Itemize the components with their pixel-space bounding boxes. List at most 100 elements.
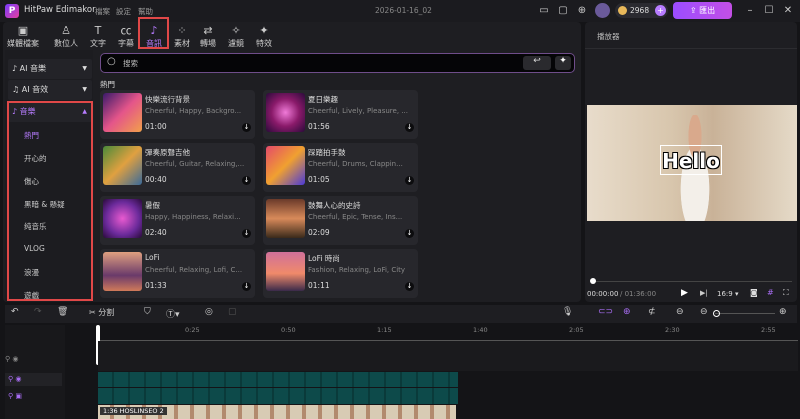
split-view-icon[interactable]: ⊄ xyxy=(648,307,656,317)
minimize-icon[interactable]: – xyxy=(743,4,757,18)
text-clips[interactable] xyxy=(98,372,458,387)
media-icon: ▣ xyxy=(17,24,29,37)
download-icon[interactable]: ⊕ xyxy=(575,4,589,18)
text-overlay[interactable]: Hello xyxy=(660,145,722,175)
music-thumbnail xyxy=(266,252,305,291)
zoom-slider[interactable] xyxy=(715,313,775,314)
music-tags: Fashion, Relaxing, LoFi, City xyxy=(308,266,406,274)
aspect-ratio-select[interactable]: 16:9 ▾ xyxy=(717,290,738,298)
download-icon[interactable]: ↓ xyxy=(242,123,251,132)
music-card[interactable]: 踩踏拍手鼓 Cheerful, Drums, Clappin... 01:05 … xyxy=(263,143,418,192)
tab-digital-human[interactable]: ♙ 數位人 xyxy=(50,24,82,49)
microphone-icon[interactable]: 🎙 xyxy=(562,307,573,317)
avatar-icon: ♙ xyxy=(61,24,71,37)
music-duration: 01:33 xyxy=(145,281,167,290)
tab-label: 數位人 xyxy=(54,39,78,48)
app-title: HitPaw Edimakor xyxy=(24,5,96,15)
ruler-tick-label: 0:25 xyxy=(185,326,200,334)
ruler-tick-label: 2:55 xyxy=(761,326,776,334)
close-icon[interactable]: ✕ xyxy=(781,4,795,18)
music-card[interactable]: LoFi Cheerful, Relaxing, Lofi, C... 01:3… xyxy=(100,249,255,298)
download-icon[interactable]: ↓ xyxy=(405,229,414,238)
zoom-in-icon[interactable]: ⊕ xyxy=(779,307,787,317)
music-card[interactable]: 快樂流行背景 Cheerful, Happy, Backgro... 01:00… xyxy=(100,90,255,139)
split-label: 分割 xyxy=(98,308,115,317)
ai-sparkle-icon[interactable]: ✦ xyxy=(555,56,571,70)
video-clip-label: 1:36 HOSLINSEO 2 xyxy=(100,407,167,415)
sidebar-ai-sfx[interactable]: ♫ AI 音效 ▼ xyxy=(8,80,92,100)
download-icon[interactable]: ↓ xyxy=(242,282,251,291)
redo-icon[interactable]: ↷ xyxy=(34,307,42,317)
tab-media[interactable]: ▣ 媒體檔案 xyxy=(7,24,39,49)
music-title: 暑假 xyxy=(145,201,160,210)
video-track-icon[interactable]: ⚲ ▣ xyxy=(8,392,22,400)
play-icon[interactable]: ▶ xyxy=(681,288,688,298)
text-template-icon[interactable]: Ⓣ▾ xyxy=(166,307,180,320)
coins-badge[interactable]: 2968 + xyxy=(615,3,668,18)
grid-icon[interactable]: # xyxy=(767,288,774,297)
music-tags: Cheerful, Happy, Backgro... xyxy=(145,107,242,115)
download-icon[interactable]: ↓ xyxy=(405,282,414,291)
track-headers xyxy=(5,325,65,419)
track-lock-icon[interactable]: ⚲ ◉ xyxy=(5,355,18,363)
magnet-icon[interactable]: ⊕ xyxy=(623,307,631,317)
maximize-icon[interactable]: ☐ xyxy=(762,4,776,18)
music-duration: 01:05 xyxy=(308,175,330,184)
crop-icon[interactable]: ▢ xyxy=(228,307,237,317)
section-title: 熱門 xyxy=(100,80,115,89)
music-card[interactable]: 暑假 Happy, Happiness, Relaxi... 02:40 ↓ xyxy=(100,196,255,245)
video-clip[interactable]: 1:36 HOSLINSEO 2 xyxy=(98,405,456,419)
sidebar-ai-music[interactable]: ♪ AI 音樂 ▼ xyxy=(8,59,92,79)
zoom-slider-handle[interactable] xyxy=(713,310,720,317)
music-thumbnail xyxy=(266,146,305,185)
download-icon[interactable]: ↓ xyxy=(405,176,414,185)
add-coins-icon[interactable]: + xyxy=(655,5,666,16)
layout-icon[interactable]: ▭ xyxy=(537,4,551,18)
menu-file[interactable]: 檔案 xyxy=(95,6,110,17)
highlight-box xyxy=(7,101,93,301)
timeline-ruler[interactable] xyxy=(98,325,798,341)
tab-effects[interactable]: ✦ 特效 xyxy=(248,24,280,49)
aspect-ratio: 16:9 xyxy=(717,290,733,298)
marker-icon[interactable]: ⛉ xyxy=(144,307,151,317)
delete-icon[interactable]: 🗑 xyxy=(57,307,68,317)
music-card[interactable]: 鼓舞人心的史詩 Cheerful, Epic, Tense, Ins... 02… xyxy=(263,196,418,245)
snapshot-icon[interactable]: ◙ xyxy=(750,288,758,297)
fit-icon[interactable]: ⊖ xyxy=(676,307,684,317)
music-title: 踩踏拍手鼓 xyxy=(308,148,346,157)
text-clips-2[interactable] xyxy=(98,388,458,404)
ruler-tick-label: 2:30 xyxy=(665,326,680,334)
music-tags: Cheerful, Epic, Tense, Ins... xyxy=(308,213,403,221)
fullscreen-icon[interactable]: ⛶ xyxy=(783,288,789,298)
download-icon[interactable]: ↓ xyxy=(405,123,414,132)
split-button[interactable]: ✂ 分割 xyxy=(89,307,114,318)
menu-help[interactable]: 幫助 xyxy=(138,6,153,17)
music-card[interactable]: 夏日樂趣 Cheerful, Lively, Pleasure, ... 01:… xyxy=(263,90,418,139)
avatar[interactable] xyxy=(595,3,610,18)
progress-bar[interactable] xyxy=(592,281,792,282)
download-icon[interactable]: ↓ xyxy=(242,229,251,238)
tab-label: 轉場 xyxy=(200,39,216,48)
next-frame-icon[interactable]: ▶| xyxy=(700,289,708,297)
menu-settings[interactable]: 設定 xyxy=(116,6,131,17)
undo-icon[interactable]: ↶ xyxy=(11,307,19,317)
download-icon[interactable]: ↓ xyxy=(242,176,251,185)
link-icon[interactable]: ⊂⊃ xyxy=(598,307,613,317)
music-card[interactable]: 彈奏原聲吉他 Cheerful, Guitar, Relaxing,... 00… xyxy=(100,143,255,192)
zoom-out-icon[interactable]: ⊖ xyxy=(700,307,708,317)
coin-count: 2968 xyxy=(630,6,650,15)
enter-icon[interactable]: ↩ xyxy=(523,56,551,70)
music-thumbnail xyxy=(266,93,305,132)
export-button[interactable]: ⇪ 匯出 xyxy=(673,2,732,19)
music-title: 彈奏原聲吉他 xyxy=(145,148,190,157)
search-input[interactable]: ○ 搜索 ↩ ✦ xyxy=(100,53,575,73)
playhead-handle[interactable] xyxy=(590,278,596,284)
speed-icon[interactable]: ◎ xyxy=(205,307,213,317)
music-title: 快樂流行背景 xyxy=(145,95,190,104)
text-track-icon[interactable]: ⚲ ◉ xyxy=(8,375,21,383)
music-card[interactable]: LoFi 時尚 Fashion, Relaxing, LoFi, City 01… xyxy=(263,249,418,298)
feedback-icon[interactable]: ▢ xyxy=(556,4,570,18)
highlight-box xyxy=(138,17,169,49)
player-title: 播放器 xyxy=(597,32,620,41)
music-duration: 02:09 xyxy=(308,228,330,237)
